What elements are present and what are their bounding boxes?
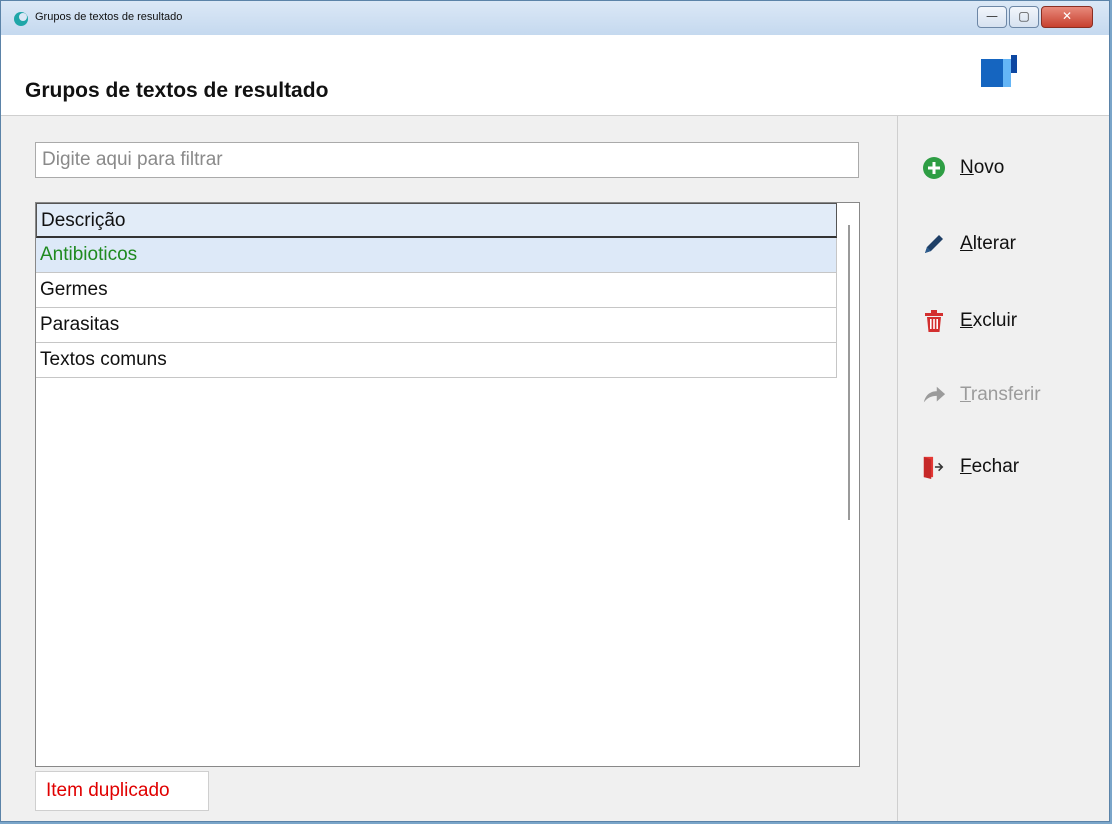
maximize-button[interactable]: ▢ bbox=[1009, 6, 1039, 28]
trash-icon bbox=[922, 309, 946, 333]
new-button-label: Novo bbox=[960, 157, 1005, 178]
edit-button-label: Alterar bbox=[960, 233, 1016, 254]
vertical-scrollbar[interactable] bbox=[848, 225, 850, 520]
close-window-button-label: Fechar bbox=[960, 456, 1020, 477]
window-title: Grupos de textos de resultado bbox=[35, 11, 183, 23]
share-arrow-icon bbox=[922, 383, 946, 407]
close-button[interactable]: ✕ bbox=[1041, 6, 1093, 28]
table-row[interactable]: Parasitas bbox=[36, 308, 837, 343]
delete-button-label: Excluir bbox=[960, 310, 1018, 331]
close-window-button[interactable]: Fechar bbox=[922, 449, 1019, 485]
plus-circle-icon bbox=[922, 156, 946, 180]
table-row[interactable]: Textos comuns bbox=[36, 343, 837, 378]
page-title: Grupos de textos de resultado bbox=[25, 79, 329, 102]
actions-panel: Novo Alterar Excluir Transferir Fechar bbox=[898, 116, 1109, 821]
groups-table[interactable]: Descrição Antibioticos Germes Parasitas … bbox=[35, 202, 860, 767]
filter-input[interactable] bbox=[35, 142, 859, 178]
exit-door-icon bbox=[922, 455, 946, 479]
pencil-icon bbox=[922, 232, 946, 256]
edit-button[interactable]: Alterar bbox=[922, 226, 1016, 262]
title-bar[interactable]: Grupos de textos de resultado — ▢ ✕ bbox=[1, 1, 1109, 36]
delete-button[interactable]: Excluir bbox=[922, 303, 1017, 339]
minimize-button[interactable]: — bbox=[977, 6, 1007, 28]
app-logo-icon bbox=[14, 12, 28, 26]
transfer-button-label: Transferir bbox=[960, 384, 1041, 405]
brand-logo-icon bbox=[981, 55, 1017, 87]
table-row[interactable]: Germes bbox=[36, 273, 837, 308]
transfer-button[interactable]: Transferir bbox=[922, 377, 1041, 413]
page-header: Grupos de textos de resultado bbox=[1, 35, 1109, 116]
app-window: Grupos de textos de resultado — ▢ ✕ Grup… bbox=[0, 0, 1110, 822]
maximize-icon: ▢ bbox=[1018, 9, 1030, 23]
main-panel: Descrição Antibioticos Germes Parasitas … bbox=[1, 116, 898, 821]
minimize-icon: — bbox=[986, 9, 998, 23]
new-button[interactable]: Novo bbox=[922, 150, 1004, 186]
close-icon: ✕ bbox=[1061, 9, 1073, 23]
table-row[interactable]: Antibioticos bbox=[36, 238, 837, 273]
status-message: Item duplicado bbox=[35, 771, 209, 811]
column-header-descricao[interactable]: Descrição bbox=[36, 203, 837, 238]
